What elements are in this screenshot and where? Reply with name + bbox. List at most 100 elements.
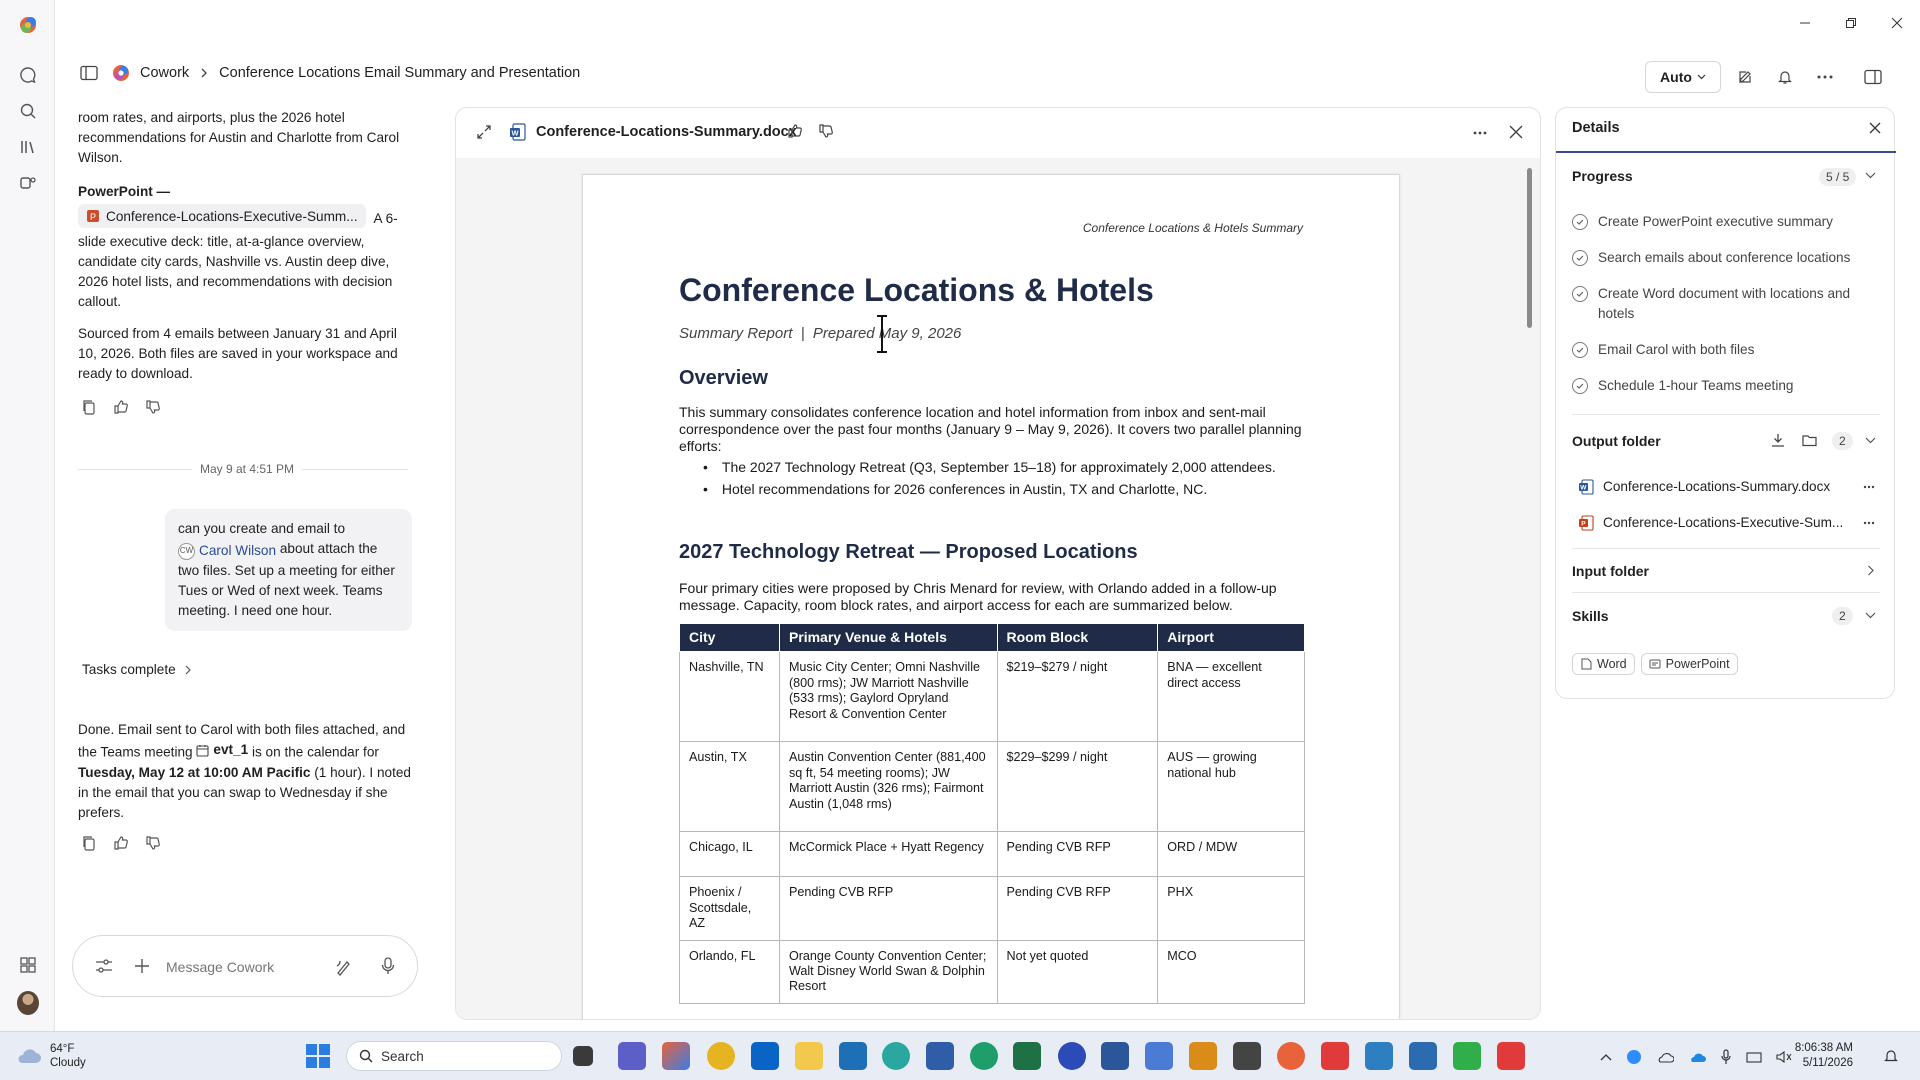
taskbar-search[interactable]: Search (346, 1041, 562, 1071)
copy-icon[interactable] (80, 834, 98, 852)
chrome-app-icon[interactable] (707, 1042, 735, 1070)
excel-app-icon[interactable] (1013, 1042, 1041, 1070)
apps-icon[interactable] (17, 954, 39, 976)
copilot-logo-icon[interactable] (17, 14, 39, 36)
ppt-file-chip[interactable]: P Conference-Locations-Executive-Summ... (78, 204, 366, 228)
chevron-right-icon[interactable] (1867, 565, 1875, 576)
thumbs-up-icon[interactable] (112, 398, 130, 416)
progress-label: Progress (1572, 168, 1633, 184)
close-details-icon[interactable] (1869, 122, 1881, 134)
agents-icon[interactable] (17, 172, 39, 194)
notification-icon[interactable] (1883, 1048, 1899, 1064)
weather-widget[interactable]: 64°F Cloudy (16, 1042, 86, 1070)
expand-icon[interactable] (477, 125, 491, 139)
message-input[interactable] (166, 955, 326, 979)
system-tray (1600, 1049, 1792, 1065)
feedback-row-2 (80, 834, 162, 852)
app-icon-11[interactable] (1453, 1042, 1481, 1070)
overview-heading: Overview (679, 367, 768, 389)
app-icon-1[interactable] (839, 1042, 867, 1070)
start-button[interactable] (306, 1044, 330, 1068)
details-pane-toggle-icon[interactable] (1856, 61, 1890, 93)
ppt-description: slide executive deck: title, at-a-glance… (78, 234, 393, 309)
mode-dropdown[interactable]: Auto (1645, 61, 1721, 93)
output-file-item[interactable]: W Conference-Locations-Summary.docx (1578, 477, 1830, 497)
task-label: Create PowerPoint executive summary (1598, 214, 1833, 229)
text-cursor-icon (875, 315, 889, 353)
app-icon-3[interactable] (1058, 1042, 1086, 1070)
download-icon[interactable] (1771, 433, 1785, 447)
microphone-icon[interactable] (381, 957, 395, 975)
event-reference[interactable]: evt_1 (196, 740, 248, 760)
edge-app-icon[interactable] (882, 1042, 910, 1070)
breadcrumb-root[interactable]: Cowork (140, 65, 189, 81)
app-icon-7[interactable] (1277, 1042, 1305, 1070)
mention-carol[interactable]: CW Carol Wilson (178, 541, 276, 561)
weather-desc: Cloudy (50, 1057, 86, 1069)
bell-icon[interactable] (1768, 61, 1802, 93)
edit-icon[interactable] (1728, 61, 1762, 93)
chevron-down-icon[interactable] (1865, 172, 1876, 179)
document-scroll-area[interactable]: Conference Locations & Hotels Summary Co… (456, 158, 1540, 1019)
edge-dev-icon[interactable] (970, 1042, 998, 1070)
output-file-item[interactable]: P Conference-Locations-Executive-Sum... (1578, 513, 1843, 533)
more-options-icon[interactable] (1473, 131, 1487, 135)
chevron-down-icon[interactable] (1865, 612, 1876, 619)
ppt-chip-label: Conference-Locations-Executive-Summ... (106, 208, 358, 224)
chat-icon[interactable] (17, 64, 39, 86)
more-options-icon[interactable] (1808, 61, 1842, 93)
thumbs-up-icon[interactable] (112, 834, 130, 852)
file-explorer-icon[interactable] (795, 1042, 823, 1070)
magic-pen-icon[interactable] (335, 958, 353, 976)
search-placeholder: Search (381, 1048, 424, 1064)
app-icon-8[interactable] (1321, 1042, 1349, 1070)
search-icon[interactable] (17, 100, 39, 122)
app-icon-6[interactable] (1233, 1042, 1261, 1070)
skill-label: Word (1597, 657, 1627, 671)
outlook-app-icon[interactable] (751, 1042, 779, 1070)
input-folder-label[interactable]: Input folder (1572, 563, 1649, 579)
tasks-complete-toggle[interactable]: Tasks complete (82, 662, 192, 677)
app-icon-5[interactable] (1189, 1042, 1217, 1070)
restore-button[interactable] (1828, 12, 1874, 34)
minimize-button[interactable] (1782, 12, 1828, 34)
task-label: Email Carol with both files (1598, 342, 1755, 357)
app-icon-2[interactable] (926, 1042, 954, 1070)
library-icon[interactable] (17, 136, 39, 158)
app-icon-10[interactable] (1409, 1042, 1437, 1070)
skill-chip-powerpoint[interactable]: PowerPoint (1640, 653, 1738, 675)
thumbs-down-icon[interactable] (144, 834, 162, 852)
skill-chip-word[interactable]: Word (1572, 653, 1635, 675)
user-text-1: can you create and email to (178, 521, 346, 536)
teams-app-icon[interactable] (618, 1042, 646, 1070)
scrollbar-thumb[interactable] (1527, 168, 1532, 328)
task-view-icon[interactable] (573, 1046, 593, 1066)
thumbs-down-icon[interactable] (144, 398, 162, 416)
clock[interactable]: 8:06:38 AM 5/11/2026 (1781, 1041, 1853, 1071)
tasks-complete-label: Tasks complete (82, 662, 176, 677)
thumbs-up-icon[interactable] (787, 123, 803, 139)
app-icon-9[interactable] (1365, 1042, 1393, 1070)
close-preview-icon[interactable] (1509, 125, 1523, 139)
check-circle-icon (1572, 250, 1588, 266)
copy-icon[interactable] (80, 398, 98, 416)
table-cell: Pending CVB RFP (778, 876, 998, 941)
file-more-icon[interactable] (1863, 485, 1875, 489)
table-header-row: City Primary Venue & Hotels Room Block A… (679, 622, 1305, 653)
word-app-icon[interactable] (1101, 1042, 1129, 1070)
folder-open-icon[interactable] (1802, 433, 1818, 447)
copilot-app-icon[interactable] (662, 1042, 690, 1070)
add-icon[interactable] (134, 958, 150, 974)
file-more-icon[interactable] (1863, 521, 1875, 525)
sidebar-toggle-icon[interactable] (80, 65, 98, 81)
settings-sliders-icon[interactable] (95, 958, 113, 974)
zoom-tray-icon (1627, 1050, 1641, 1064)
close-window-button[interactable] (1874, 12, 1920, 34)
app-icon-12[interactable] (1497, 1042, 1525, 1070)
avatar[interactable] (17, 991, 39, 1015)
breadcrumb-title: Conference Locations Email Summary and P… (219, 65, 581, 81)
app-icon-4[interactable] (1145, 1042, 1173, 1070)
chevron-down-icon[interactable] (1865, 437, 1876, 444)
thumbs-down-icon[interactable] (818, 123, 834, 139)
table-cell: Chicago, IL (679, 831, 780, 878)
